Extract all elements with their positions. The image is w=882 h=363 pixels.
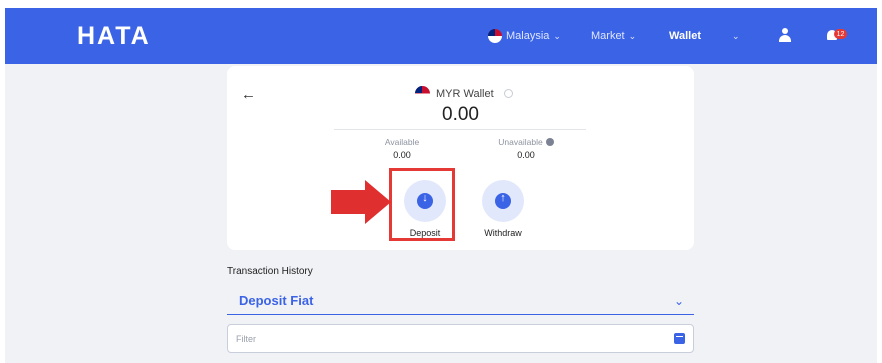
withdraw-label: Withdraw — [484, 228, 522, 238]
withdraw-button[interactable]: ↑ Withdraw — [473, 180, 533, 238]
transaction-history-title: Transaction History — [227, 266, 313, 277]
info-icon[interactable] — [545, 138, 554, 146]
unavailable-stat: Unavailable 0.00 — [486, 137, 566, 160]
calendar-icon[interactable] — [674, 333, 685, 344]
wallet-balance: 0.00 — [442, 104, 479, 125]
unavailable-label: Unavailable — [498, 137, 543, 147]
notification-badge: 12 — [834, 29, 847, 39]
malaysia-flag-icon — [415, 86, 430, 101]
region-label: Malaysia — [506, 30, 550, 42]
available-stat: Available 0.00 — [362, 137, 442, 160]
hata-logo[interactable]: HATA — [77, 22, 151, 50]
divider — [334, 129, 586, 130]
chevron-down-icon: ⌄ — [732, 30, 740, 41]
wallet-card: ← MYR Wallet 0.00 Available 0.00 Unavail… — [227, 66, 694, 250]
back-arrow-icon[interactable]: ← — [241, 87, 256, 102]
malaysia-flag-icon — [488, 29, 502, 43]
chevron-down-icon: ⌄ — [628, 30, 637, 41]
app-frame: HATA Malaysia ⌄ Market ⌄ Wallet ⌄ 12 ← M… — [5, 8, 877, 363]
market-label: Market — [591, 30, 625, 42]
top-navigation-bar: HATA Malaysia ⌄ Market ⌄ Wallet ⌄ 12 — [5, 8, 877, 64]
notification-bell-icon[interactable]: 12 — [824, 27, 847, 43]
wallet-name: MYR Wallet — [436, 87, 494, 100]
chevron-down-icon: ⌄ — [553, 30, 561, 41]
wallet-label: Wallet — [669, 30, 701, 42]
pointer-arrow-head — [365, 180, 391, 224]
info-icon[interactable] — [503, 89, 513, 98]
unavailable-value: 0.00 — [517, 150, 535, 160]
deposit-highlight-box — [389, 168, 455, 241]
filter-field — [227, 324, 694, 353]
user-icon[interactable] — [777, 27, 793, 43]
transaction-type-dropdown[interactable]: Deposit Fiat ⌄ — [227, 287, 694, 315]
wallet-title: MYR Wallet — [415, 86, 513, 101]
available-value: 0.00 — [393, 150, 411, 160]
pointer-arrow-icon — [331, 190, 367, 214]
withdraw-icon: ↑ — [482, 180, 524, 222]
transaction-type-value: Deposit Fiat — [239, 293, 314, 308]
more-menu[interactable]: ⌄ — [732, 27, 740, 45]
chevron-down-icon: ⌄ — [673, 293, 684, 308]
filter-input[interactable] — [236, 333, 674, 344]
wallet-menu[interactable]: Wallet — [669, 27, 701, 45]
available-label: Available — [384, 137, 420, 147]
market-menu[interactable]: Market ⌄ — [591, 27, 636, 45]
region-selector[interactable]: Malaysia ⌄ — [488, 27, 561, 45]
